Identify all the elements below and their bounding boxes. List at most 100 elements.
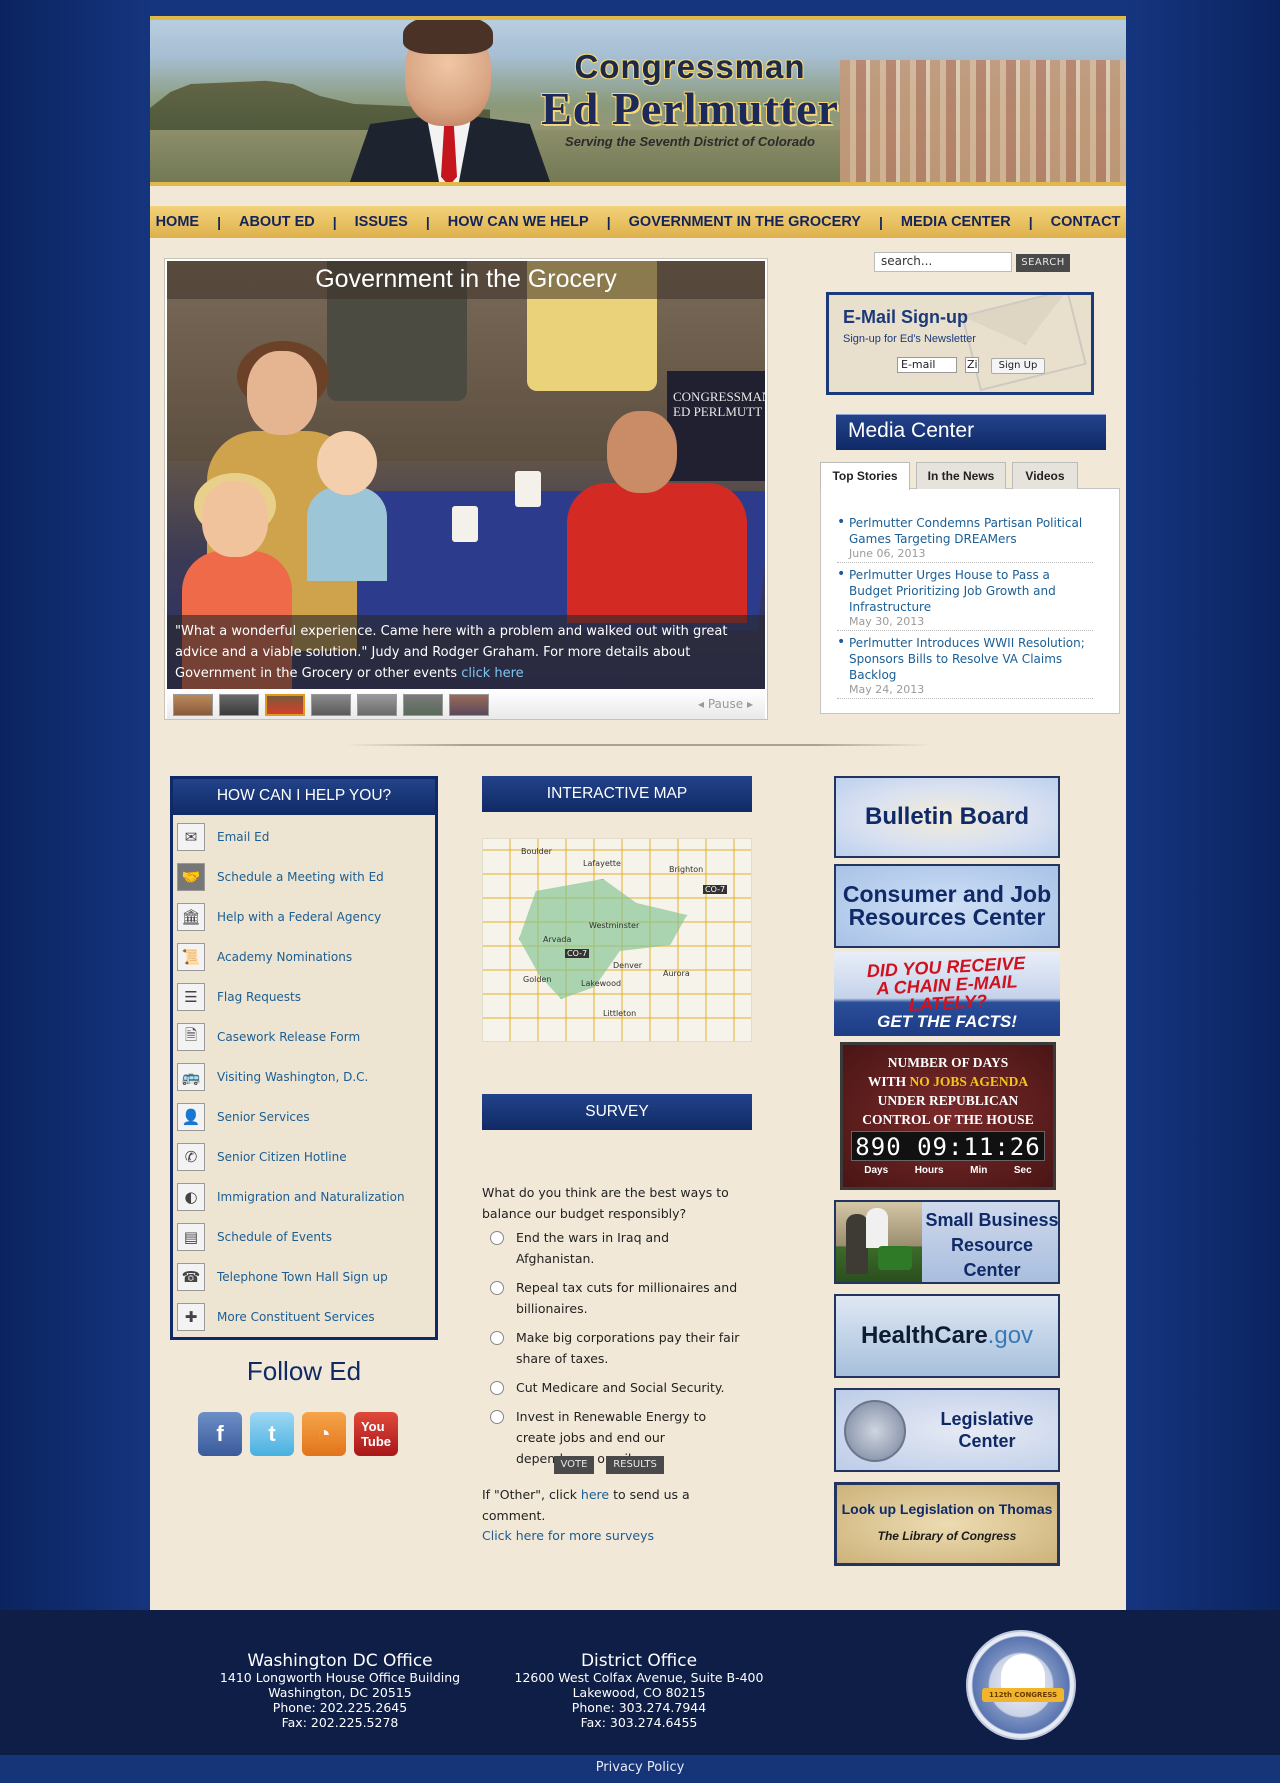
handshake-icon[interactable]: 🤝 — [177, 863, 205, 891]
small-business-banner[interactable]: Small Business Resource Center — [834, 1200, 1060, 1284]
consumer-job-resources-banner[interactable]: Consumer and Job Resources Center — [834, 864, 1060, 948]
slideshow-thumbnail[interactable] — [449, 694, 489, 716]
story-link[interactable]: Perlmutter Condemns Partisan Political G… — [849, 515, 1093, 547]
no-jobs-agenda-counter[interactable]: NUMBER OF DAYS WITH NO JOBS AGENDA UNDER… — [840, 1042, 1056, 1190]
tab-videos[interactable]: Videos — [1012, 462, 1078, 489]
help-item-label[interactable]: Telephone Town Hall Sign up — [217, 1270, 388, 1284]
pause-label[interactable]: Pause — [708, 697, 743, 711]
search-input[interactable]: search... — [874, 252, 1012, 272]
story-link[interactable]: Perlmutter Urges House to Pass a Budget … — [849, 567, 1093, 615]
interactive-map[interactable]: Boulder Lafayette Brighton Arvada Westmi… — [482, 838, 752, 1042]
chain-email-banner[interactable]: DID YOU RECEIVE A CHAIN E-MAIL LATELY? G… — [834, 952, 1060, 1036]
survey-option-label[interactable]: Cut Medicare and Social Security. — [490, 1377, 746, 1398]
tab-top-stories[interactable]: Top Stories — [820, 462, 910, 490]
legislative-center-banner[interactable]: Legislative Center — [834, 1388, 1060, 1472]
help-item-label[interactable]: More Constituent Services — [217, 1310, 375, 1324]
help-item-schedule-meeting[interactable]: 🤝 Schedule a Meeting with Ed — [173, 857, 435, 897]
help-item-label[interactable]: Casework Release Form — [217, 1030, 360, 1044]
plus-icon[interactable]: ✚ — [177, 1303, 205, 1331]
help-item-senior-services[interactable]: 👤 Senior Services — [173, 1097, 435, 1137]
help-item-email-ed[interactable]: ✉ Email Ed — [173, 817, 435, 857]
slideshow-thumbnail[interactable] — [403, 694, 443, 716]
nav-government-in-the-grocery[interactable]: GOVERNMENT IN THE GROCERY — [629, 214, 861, 230]
nav-media-center[interactable]: MEDIA CENTER — [901, 214, 1011, 230]
radio-button[interactable] — [490, 1410, 504, 1424]
person-icon[interactable]: 👤 — [177, 1103, 205, 1131]
help-item-label[interactable]: Email Ed — [217, 830, 269, 844]
help-item-immigration[interactable]: ◐ Immigration and Naturalization — [173, 1177, 435, 1217]
radio-button[interactable] — [490, 1281, 504, 1295]
radio-button[interactable] — [490, 1331, 504, 1345]
radio-button[interactable] — [490, 1231, 504, 1245]
help-item-label[interactable]: Flag Requests — [217, 990, 301, 1004]
radio-button[interactable] — [490, 1381, 504, 1395]
site-header-banner[interactable]: Congressman Ed Perlmutter Serving the Se… — [150, 16, 1126, 186]
survey-option[interactable]: End the wars in Iraq and Afghanistan. — [490, 1227, 746, 1269]
youtube-icon[interactable]: You Tube — [354, 1412, 398, 1456]
help-item-label[interactable]: Schedule of Events — [217, 1230, 332, 1244]
healthcare-gov-banner[interactable]: HealthCare.gov — [834, 1294, 1060, 1378]
document-icon[interactable]: 🗎 — [177, 1023, 205, 1051]
survey-option[interactable]: Make big corporations pay their fair sha… — [490, 1327, 746, 1369]
help-item-flag-requests[interactable]: ☰ Flag Requests — [173, 977, 435, 1017]
story-link[interactable]: Perlmutter Introduces WWII Resolution; S… — [849, 635, 1093, 683]
vote-button[interactable]: VOTE — [554, 1456, 594, 1474]
nav-issues[interactable]: ISSUES — [355, 214, 408, 230]
slideshow-thumbnail[interactable] — [311, 694, 351, 716]
help-item-label[interactable]: Senior Citizen Hotline — [217, 1150, 347, 1164]
help-item-visiting-dc[interactable]: 🚌 Visiting Washington, D.C. — [173, 1057, 435, 1097]
search-button[interactable]: SEARCH — [1016, 254, 1070, 272]
help-item-label[interactable]: Immigration and Naturalization — [217, 1190, 405, 1204]
help-item-senior-hotline[interactable]: ✆ Senior Citizen Hotline — [173, 1137, 435, 1177]
results-button[interactable]: RESULTS — [606, 1456, 664, 1474]
phone-icon[interactable]: ✆ — [177, 1143, 205, 1171]
help-item-federal-agency[interactable]: 🏛 Help with a Federal Agency — [173, 897, 435, 937]
diploma-icon[interactable]: 📜 — [177, 943, 205, 971]
chevron-right-icon[interactable]: ▸ — [747, 697, 753, 711]
survey-option-label[interactable]: Repeal tax cuts for millionaires and bil… — [490, 1277, 746, 1319]
rss-icon[interactable]: ◔ — [302, 1412, 346, 1456]
survey-option-label[interactable]: Make big corporations pay their fair sha… — [490, 1327, 746, 1369]
help-item-academy-nominations[interactable]: 📜 Academy Nominations — [173, 937, 435, 977]
slideshow-thumbnail[interactable] — [173, 694, 213, 716]
chevron-left-icon[interactable]: ◂ — [698, 697, 704, 711]
slideshow-caption-link[interactable]: click here — [461, 666, 523, 681]
privacy-policy-link[interactable]: Privacy Policy — [0, 1755, 1280, 1783]
slideshow-pause[interactable]: ◂ Pause ▸ — [698, 697, 753, 711]
help-item-more-services[interactable]: ✚ More Constituent Services — [173, 1297, 435, 1337]
survey-other-link[interactable]: here — [581, 1487, 609, 1502]
twitter-icon[interactable]: t — [250, 1412, 294, 1456]
help-item-label[interactable]: Help with a Federal Agency — [217, 910, 381, 924]
help-item-label[interactable]: Academy Nominations — [217, 950, 352, 964]
slideshow-thumbnail[interactable] — [357, 694, 397, 716]
sign-up-button[interactable]: Sign Up — [991, 358, 1045, 374]
bus-icon[interactable]: 🚌 — [177, 1063, 205, 1091]
survey-option-label[interactable]: End the wars in Iraq and Afghanistan. — [490, 1227, 746, 1269]
facebook-icon[interactable]: f — [198, 1412, 242, 1456]
help-item-label[interactable]: Senior Services — [217, 1110, 310, 1124]
help-item-label[interactable]: Schedule a Meeting with Ed — [217, 870, 384, 884]
survey-option[interactable]: Cut Medicare and Social Security. — [490, 1377, 746, 1398]
email-field[interactable]: E-mail — [897, 357, 957, 373]
zip-field[interactable]: Zi — [965, 357, 979, 373]
help-item-casework-release[interactable]: 🗎 Casework Release Form — [173, 1017, 435, 1057]
tab-in-the-news[interactable]: In the News — [916, 462, 1006, 489]
help-item-label[interactable]: Visiting Washington, D.C. — [217, 1070, 368, 1084]
nav-home[interactable]: HOME — [156, 214, 200, 230]
bulletin-board-banner[interactable]: Bulletin Board — [834, 776, 1060, 858]
thomas-legislation-banner[interactable]: Look up Legislation on Thomas The Librar… — [834, 1482, 1060, 1566]
telephone-icon[interactable]: ☎ — [177, 1263, 205, 1291]
survey-option[interactable]: Repeal tax cuts for millionaires and bil… — [490, 1277, 746, 1319]
nav-how-can-we-help[interactable]: HOW CAN WE HELP — [448, 214, 589, 230]
help-item-schedule-events[interactable]: ▤ Schedule of Events — [173, 1217, 435, 1257]
more-surveys-link[interactable]: Click here for more surveys — [482, 1528, 654, 1543]
slideshow-thumbnail[interactable] — [219, 694, 259, 716]
globe-icon[interactable]: ◐ — [177, 1183, 205, 1211]
capitol-building-icon[interactable]: 🏛 — [177, 903, 205, 931]
slideshow-thumbnail-active[interactable] — [265, 694, 305, 716]
calendar-icon[interactable]: ▤ — [177, 1223, 205, 1251]
nav-contact[interactable]: CONTACT — [1051, 214, 1121, 230]
envelope-icon[interactable]: ✉ — [177, 823, 205, 851]
help-item-town-hall[interactable]: ☎ Telephone Town Hall Sign up — [173, 1257, 435, 1297]
flag-icon[interactable]: ☰ — [177, 983, 205, 1011]
